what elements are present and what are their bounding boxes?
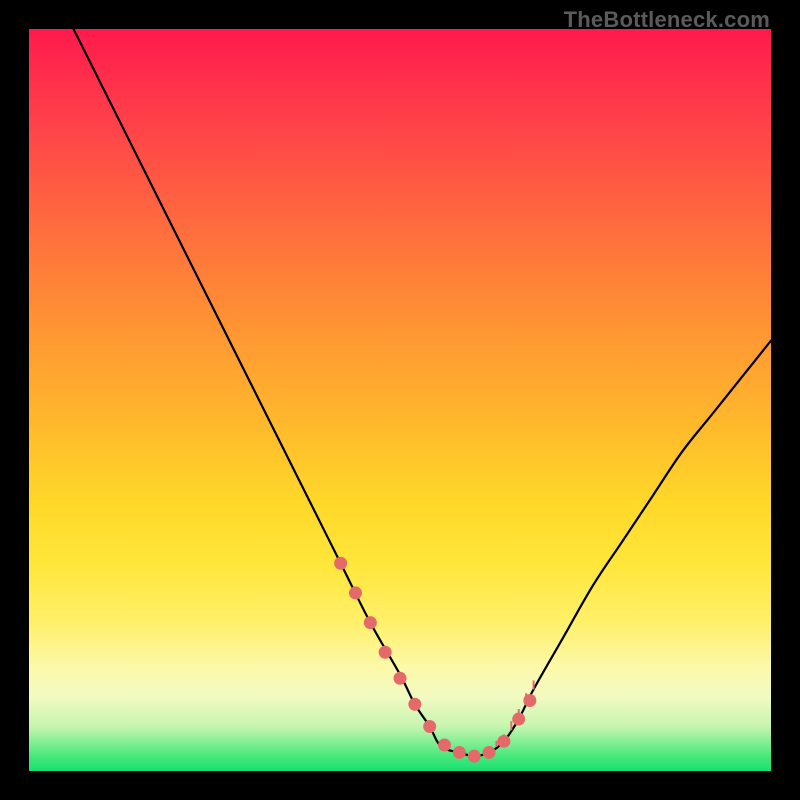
curve-marker: [453, 746, 466, 759]
curve-marker: [512, 713, 525, 726]
bottleneck-curve-svg: [29, 29, 771, 771]
curve-marker: [349, 586, 362, 599]
curve-marker: [379, 646, 392, 659]
curve-marker: [523, 694, 536, 707]
curve-marker: [483, 746, 496, 759]
chart-stage: TheBottleneck.com: [0, 0, 800, 800]
plot-area: [29, 29, 771, 771]
curve-marker: [438, 739, 451, 752]
curve-marker: [334, 557, 347, 570]
curve-marker: [468, 750, 481, 763]
curve-markers: [334, 557, 536, 763]
curve-marker: [423, 720, 436, 733]
bottleneck-curve: [74, 29, 771, 756]
curve-marker: [394, 672, 407, 685]
curve-marker: [408, 698, 421, 711]
curve-marker: [497, 735, 510, 748]
curve-marker: [364, 616, 377, 629]
